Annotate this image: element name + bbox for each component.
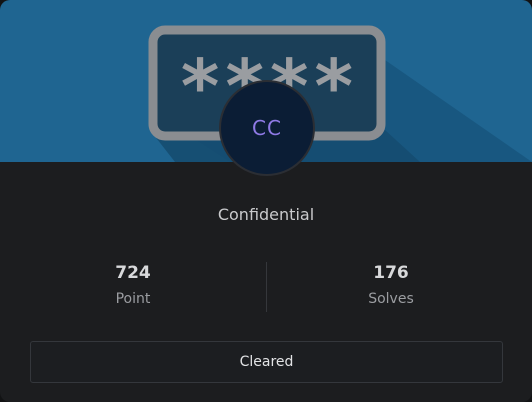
cleared-button[interactable]: Cleared (30, 341, 503, 383)
avatar: CC (219, 80, 315, 176)
avatar-initials: CC (252, 116, 282, 140)
challenge-card[interactable]: **** CC Confidential 724 Point 176 Solve… (0, 0, 532, 402)
solves-label: Solves (368, 291, 414, 307)
points-label: Point (115, 291, 151, 307)
points-stat: 724 Point (8, 262, 258, 308)
points-value: 724 (115, 263, 151, 283)
solves-value: 176 (373, 263, 409, 283)
challenge-title: Confidential (217, 205, 315, 224)
solves-stat: 176 Solves (266, 262, 516, 308)
